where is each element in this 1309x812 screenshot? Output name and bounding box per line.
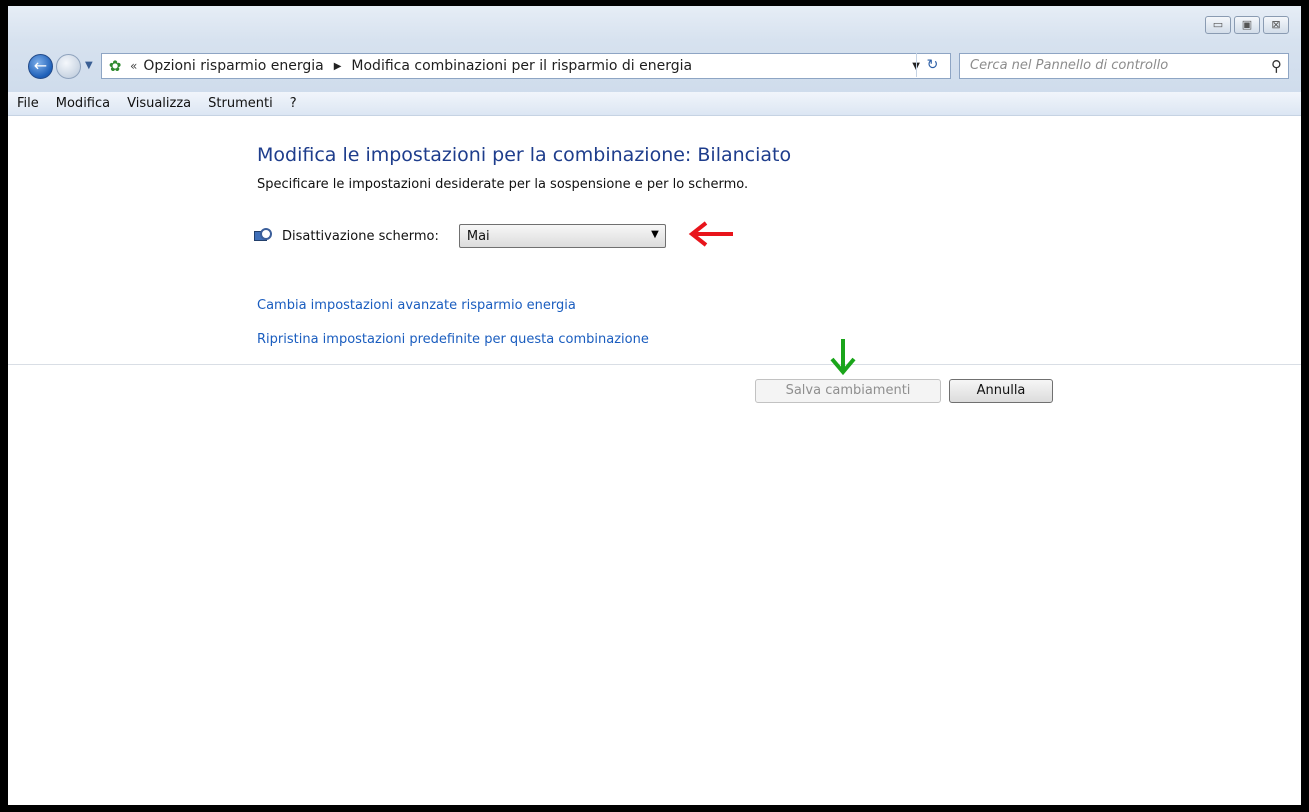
forward-button[interactable] (56, 54, 81, 79)
breadcrumb-power-options[interactable]: Opzioni risparmio energia (143, 58, 323, 74)
title-bar: ▭ ▣ ⊠ ← ▼ ✿ « Opzioni risparmio energia … (8, 6, 1301, 92)
explorer-window: ▭ ▣ ⊠ ← ▼ ✿ « Opzioni risparmio energia … (6, 4, 1303, 807)
restore-defaults-link[interactable]: Ripristina impostazioni predefinite per … (257, 332, 649, 347)
menu-help[interactable]: ? (290, 96, 297, 111)
search-input[interactable]: Cerca nel Pannello di controllo ⚲ (959, 53, 1289, 79)
display-off-value: Mai (466, 228, 490, 244)
breadcrumb-edit-plan[interactable]: Modifica combinazioni per il risparmio d… (351, 58, 692, 74)
navigation-bar: ← ▼ ✿ « Opzioni risparmio energia ▶ Modi… (8, 50, 1301, 82)
chevron-down-icon: ▼ (651, 229, 659, 240)
display-off-select[interactable]: Mai ▼ (458, 224, 666, 248)
cancel-button[interactable]: Annulla (949, 379, 1053, 403)
page-title: Modifica le impostazioni per la combinaz… (257, 144, 792, 166)
breadcrumb-separator-icon[interactable]: ▶ (334, 61, 342, 72)
page-subtitle: Specificare le impostazioni desiderate p… (257, 177, 749, 192)
green-arrow-annotation-icon (830, 339, 856, 376)
menu-modifica[interactable]: Modifica (56, 96, 110, 111)
address-bar[interactable]: ✿ « Opzioni risparmio energia ▶ Modifica… (101, 53, 951, 79)
window-controls: ▭ ▣ ⊠ (1205, 16, 1289, 34)
divider (8, 364, 1301, 365)
recent-pages-dropdown-icon[interactable]: ▼ (85, 60, 93, 71)
menu-bar: File Modifica Visualizza Strumenti ? (8, 92, 1301, 116)
close-button[interactable]: ⊠ (1263, 16, 1289, 34)
address-chevron[interactable]: « (130, 59, 137, 73)
menu-strumenti[interactable]: Strumenti (208, 96, 273, 111)
maximize-button[interactable]: ▣ (1234, 16, 1260, 34)
advanced-settings-link[interactable]: Cambia impostazioni avanzate risparmio e… (257, 298, 576, 313)
main-content: Modifica le impostazioni per la combinaz… (8, 117, 1301, 805)
red-arrow-annotation-icon (688, 221, 733, 247)
search-placeholder: Cerca nel Pannello di controllo (970, 58, 1169, 73)
display-off-setting: Disattivazione schermo: Mai ▼ (254, 224, 666, 248)
control-panel-icon: ✿ (108, 57, 122, 75)
back-button[interactable]: ← (28, 54, 53, 79)
monitor-clock-icon (254, 228, 272, 244)
display-off-label: Disattivazione schermo: (282, 228, 439, 244)
minimize-button[interactable]: ▭ (1205, 16, 1231, 34)
refresh-icon[interactable]: ↻ (916, 53, 948, 77)
menu-visualizza[interactable]: Visualizza (127, 96, 191, 111)
search-icon[interactable]: ⚲ (1271, 54, 1282, 78)
menu-file[interactable]: File (17, 96, 39, 111)
save-button[interactable]: Salva cambiamenti (755, 379, 941, 403)
